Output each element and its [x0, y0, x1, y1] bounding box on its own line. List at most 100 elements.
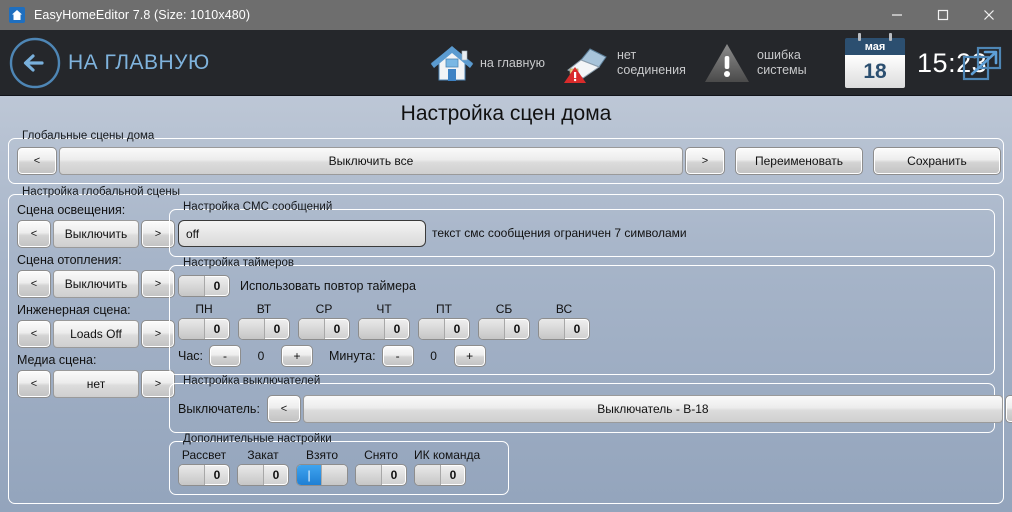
timer-repeat-row: 0 Использовать повтор таймера — [178, 275, 416, 297]
extra-armed-value: | — [297, 465, 321, 485]
switch-next-button[interactable]: > — [1004, 395, 1012, 423]
hour-minus-button[interactable]: - — [209, 345, 242, 367]
calendar-month: мая — [845, 38, 906, 55]
engineering-scene-value[interactable]: Loads Off — [53, 320, 139, 348]
extra-sunset-label: Закат — [247, 448, 279, 462]
calendar-ring-left — [858, 33, 862, 41]
switch-value[interactable]: Выключатель - В-18 — [302, 395, 1003, 423]
hour-stepper: - 0 + — [209, 345, 314, 367]
media-scene-prev-button[interactable]: < — [17, 370, 51, 398]
timer-repeat-value: 0 — [213, 279, 221, 293]
header-status-group: на главную нет соединения ошибка системы… — [430, 30, 987, 96]
minute-plus-button[interactable]: + — [453, 345, 486, 367]
weekday-tue-toggle[interactable]: 0 — [238, 318, 290, 340]
calendar-day: 18 — [845, 55, 906, 88]
external-link-exit-icon[interactable] — [962, 44, 1004, 84]
extra-disarmed-label: Снято — [364, 448, 398, 462]
extra-disarmed-knob — [356, 465, 382, 485]
weekday-tue-label: ВТ — [256, 302, 272, 316]
heating-scene-prev-button[interactable]: < — [17, 270, 51, 298]
back-to-home-button[interactable]: НА ГЛАВНУЮ — [8, 36, 210, 90]
switch-selector-row: Выключатель: < Выключатель - В-18 > — [178, 395, 1012, 423]
page-title: Настройка сцен дома — [400, 102, 612, 125]
global-scenes-legend: Глобальные сцены дома — [22, 130, 155, 142]
extra-armed: Взято | — [296, 448, 348, 486]
back-to-home-label: НА ГЛАВНУЮ — [68, 50, 210, 74]
extra-settings-row: Рассвет 0 Закат 0 Взято | Снято 0 ИК ком… — [178, 448, 487, 486]
weekday-sun-toggle[interactable]: 0 — [538, 318, 590, 340]
hour-plus-button[interactable]: + — [281, 345, 314, 367]
extra-sunrise-value: 0 — [213, 468, 221, 482]
timer-repeat-toggle[interactable]: 0 — [178, 275, 230, 297]
sms-settings-legend: Настройка СМС сообщений — [183, 201, 333, 213]
global-scene-next-button[interactable]: > — [685, 147, 725, 175]
weekday-wed-toggle[interactable]: 0 — [298, 318, 350, 340]
weekday-sun-label: ВС — [555, 302, 573, 316]
engineering-scene-label: Инженерная сцена: — [17, 303, 131, 317]
extra-ir-command-toggle[interactable]: 0 — [414, 464, 466, 486]
extra-ir-command: ИК команда 0 — [414, 448, 480, 486]
sms-hint-label: текст смс сообщения ограничен 7 символам… — [432, 226, 687, 240]
save-button[interactable]: Сохранить — [873, 147, 1001, 175]
extra-armed-toggle[interactable]: | — [296, 464, 348, 486]
status-system-error[interactable]: ошибка системы — [703, 42, 829, 84]
switch-prev-button[interactable]: < — [266, 395, 301, 423]
house-icon — [430, 46, 474, 81]
status-home[interactable]: на главную — [430, 43, 545, 83]
calendar-widget[interactable]: мая 18 — [845, 33, 906, 88]
extra-sunset-toggle[interactable]: 0 — [237, 464, 289, 486]
extra-sunrise-toggle[interactable]: 0 — [178, 464, 230, 486]
weekday-mon-value: 0 — [213, 322, 221, 336]
plug-error-icon — [564, 48, 607, 83]
lighting-scene-prev-button[interactable]: < — [17, 220, 51, 248]
global-scene-prev-button[interactable]: < — [17, 147, 57, 175]
timers-group: Настройка таймеров 0 Использовать повтор… — [169, 257, 995, 375]
back-arrow-circle-icon — [9, 37, 61, 88]
timer-repeat-knob — [179, 276, 205, 296]
heating-scene-block: Сцена отопления: < Выключить > — [17, 253, 175, 298]
extra-sunrise: Рассвет 0 — [178, 448, 230, 486]
weekday-sun-value: 0 — [573, 322, 581, 336]
rename-button[interactable]: Переименовать — [735, 147, 863, 175]
status-connection[interactable]: нет соединения — [559, 43, 689, 83]
minimize-button[interactable] — [874, 0, 920, 30]
close-button[interactable] — [966, 0, 1012, 30]
sms-settings-group: Настройка СМС сообщений off текст смс со… — [169, 201, 995, 257]
weekday-mon-toggle[interactable]: 0 — [178, 318, 230, 340]
extra-disarmed-toggle[interactable]: 0 — [355, 464, 407, 486]
minute-label: Минута: — [329, 349, 376, 363]
main-panel: Настройка сцен дома Глобальные сцены дом… — [0, 96, 1012, 512]
extra-sunset: Закат 0 — [237, 448, 289, 486]
calendar-ring-right — [889, 33, 893, 41]
weekday-thu-knob — [359, 319, 385, 339]
global-scene-value[interactable]: Выключить все — [59, 147, 683, 175]
extra-sunrise-label: Рассвет — [181, 448, 227, 462]
weekday-sat-toggle[interactable]: 0 — [478, 318, 530, 340]
warning-triangle-icon — [705, 44, 750, 82]
heating-scene-label: Сцена отопления: — [17, 253, 122, 267]
extra-disarmed: Снято 0 — [355, 448, 407, 486]
weekday-mon: ПН 0 — [178, 302, 230, 340]
status-home-label: на главную — [480, 55, 546, 70]
weekday-wed-label: СР — [315, 302, 333, 316]
weekday-sat-value: 0 — [513, 322, 521, 336]
weekday-wed-value: 0 — [333, 322, 341, 336]
switches-legend: Настройка выключателей — [183, 375, 321, 387]
weekday-fri-toggle[interactable]: 0 — [418, 318, 470, 340]
media-scene-value[interactable]: нет — [53, 370, 139, 398]
extra-disarmed-value: 0 — [390, 468, 398, 482]
sms-text-input[interactable]: off — [178, 220, 426, 247]
lighting-scene-value[interactable]: Выключить — [53, 220, 139, 248]
weekday-mon-label: ПН — [195, 302, 213, 316]
scene-settings-legend: Настройка глобальной сцены — [22, 186, 180, 198]
maximize-button[interactable] — [920, 0, 966, 30]
minute-minus-button[interactable]: - — [381, 345, 414, 367]
extra-sunset-knob — [238, 465, 264, 485]
engineering-scene-prev-button[interactable]: < — [17, 320, 51, 348]
weekday-fri: ПТ 0 — [418, 302, 470, 340]
weekday-sat: СБ 0 — [478, 302, 530, 340]
heating-scene-value[interactable]: Выключить — [53, 270, 139, 298]
weekday-thu-toggle[interactable]: 0 — [358, 318, 410, 340]
window-controls — [874, 0, 1012, 30]
weekday-sat-knob — [479, 319, 505, 339]
